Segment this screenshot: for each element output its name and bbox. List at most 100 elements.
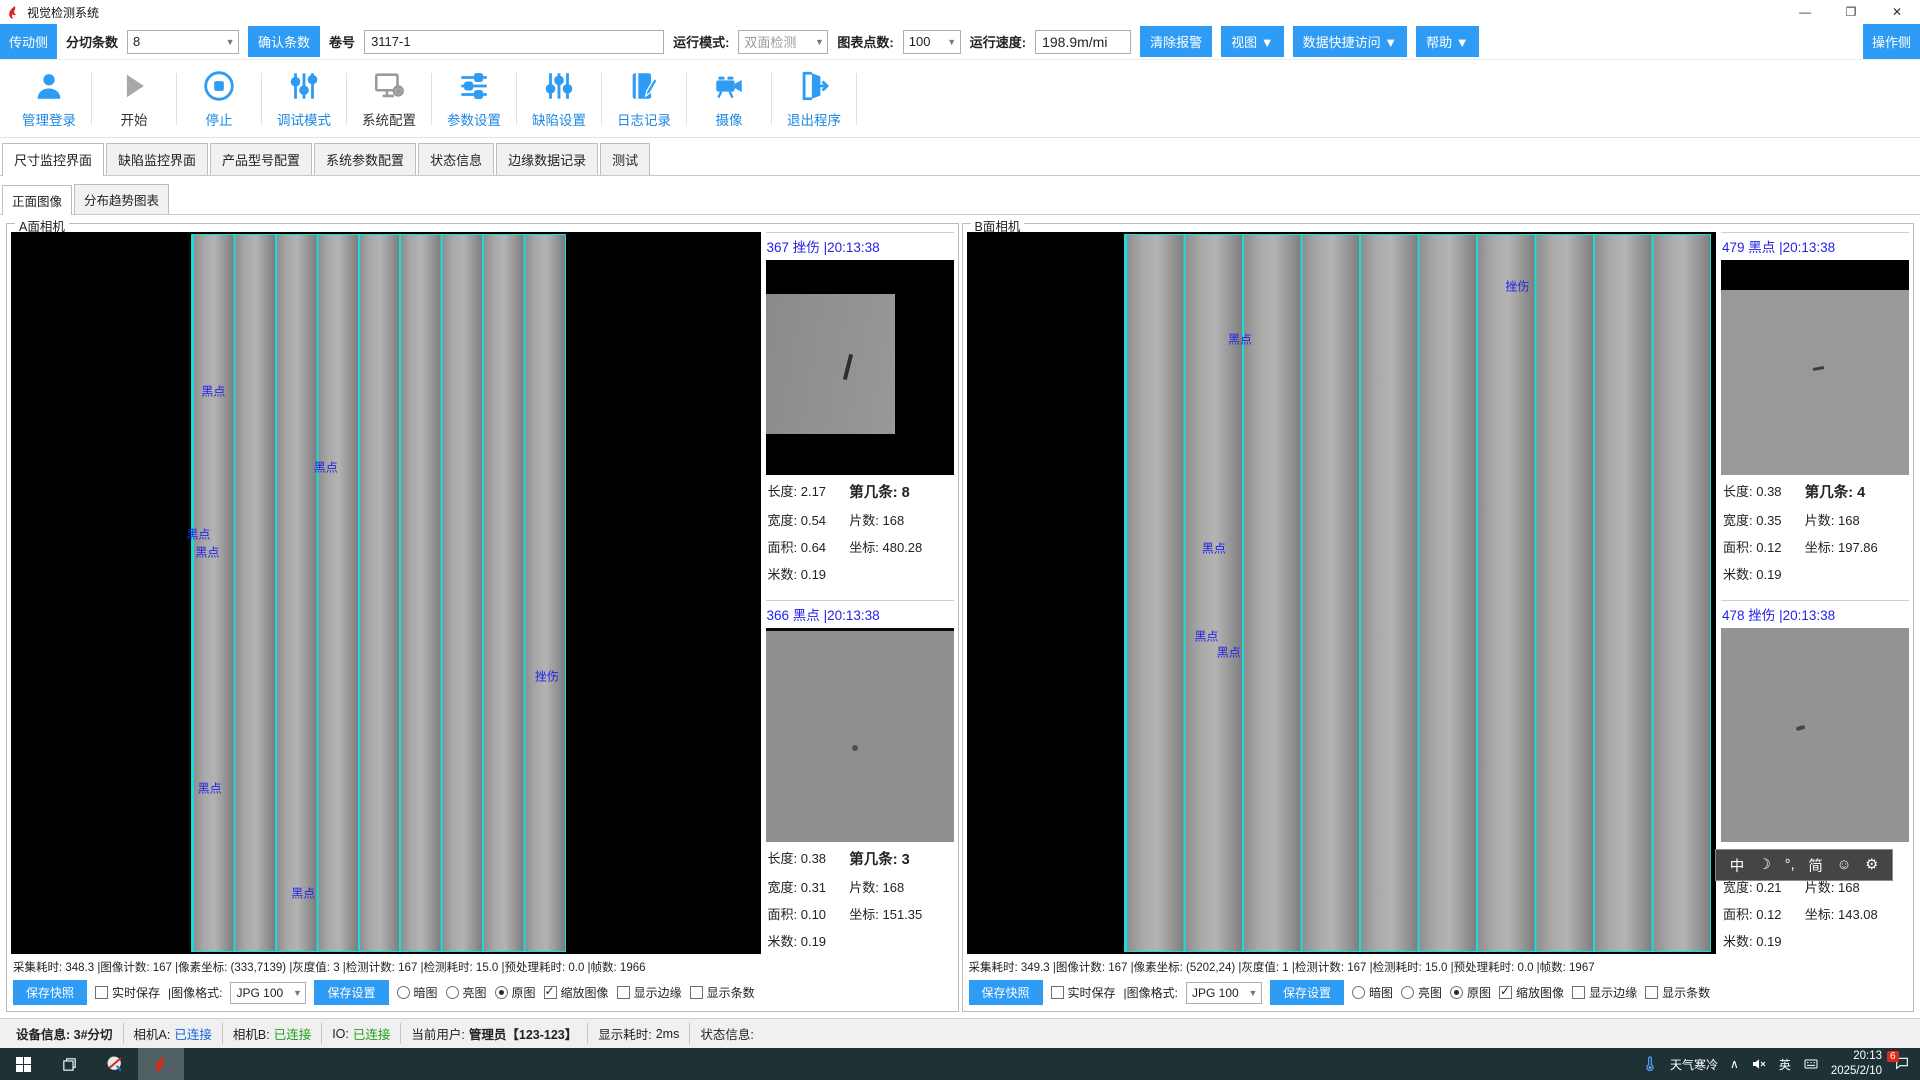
realtime-save-checkbox[interactable]: 实时保存: [1051, 984, 1116, 1001]
data-quick-access-button[interactable]: 数据快捷访问 ▼: [1293, 26, 1407, 57]
defect-area-field: 面积: 0.64: [768, 537, 850, 556]
clock[interactable]: 20:13 2025/2/10: [1831, 1049, 1882, 1079]
toolbar-log-button[interactable]: 日志记录: [605, 69, 683, 129]
ime-lang-icon[interactable]: 中: [1730, 855, 1745, 876]
ime-emoji-icon[interactable]: ☺: [1837, 857, 1852, 873]
show-strips-checkbox[interactable]: 显示条数: [1645, 984, 1710, 1001]
input-language-indicator[interactable]: 英: [1779, 1056, 1791, 1073]
divider: [686, 73, 687, 125]
ime-punctuation-icon[interactable]: °,: [1785, 857, 1795, 873]
ime-settings-icon[interactable]: ⚙: [1865, 857, 1878, 873]
clear-alarm-button[interactable]: 清除报警: [1140, 26, 1212, 57]
defect-pieces-field: 片数: 168: [849, 510, 951, 529]
defect-type: 挫伤: [793, 240, 820, 255]
slit-count-select[interactable]: 8 ▼: [127, 30, 239, 54]
notification-center-button[interactable]: 6: [1894, 1055, 1910, 1074]
tab-3[interactable]: 系统参数配置: [314, 143, 416, 175]
tab-5[interactable]: 边缘数据记录: [496, 143, 598, 175]
maximize-button[interactable]: ❐: [1828, 0, 1874, 24]
bright-image-radio[interactable]: 亮图: [446, 984, 487, 1001]
defect-info: 长度: 0.38第几条: 4宽度: 0.35片数: 168面积: 0.12坐标:…: [1721, 475, 1909, 587]
defect-annotation: 黑点: [1194, 628, 1218, 645]
touch-keyboard-icon[interactable]: [1803, 1056, 1819, 1072]
run-speed-input[interactable]: 198.9m/mi: [1035, 30, 1131, 54]
show-edge-checkbox[interactable]: 显示边缘: [617, 984, 682, 1001]
defect-type: 黑点: [1748, 240, 1775, 255]
speaker-muted-icon[interactable]: [1751, 1056, 1767, 1072]
run-mode-select[interactable]: 双面检测 ▼: [738, 30, 828, 54]
chart-points-select[interactable]: 100 ▼: [903, 30, 961, 54]
dark-image-radio[interactable]: 暗图: [397, 984, 438, 1001]
defect-thumbnail: [766, 260, 954, 475]
tab-0[interactable]: 尺寸监控界面: [2, 143, 104, 176]
toolbar-button-label: 退出程序: [787, 109, 841, 129]
toolbar-camera-button[interactable]: 摄像: [690, 69, 768, 129]
toolbar-play-button[interactable]: 开始: [95, 69, 173, 129]
defect-thumbnail: [1721, 260, 1909, 475]
tab-4[interactable]: 状态信息: [418, 143, 494, 175]
start-button[interactable]: [0, 1048, 46, 1080]
weather-text[interactable]: 天气寒冷: [1670, 1056, 1718, 1073]
defect-card: 366 黑点 |20:13:38 长度: 0.38第几条: 3宽度: 0.31片…: [766, 600, 954, 955]
tray-expand-caret[interactable]: ∧: [1730, 1057, 1739, 1071]
defect-area-field: 面积: 0.12: [1723, 904, 1805, 923]
task-view-button[interactable]: [46, 1048, 92, 1080]
transmission-side-button[interactable]: 传动侧: [0, 24, 57, 59]
subtab-1[interactable]: 分布趋势图表: [74, 184, 169, 214]
save-settings-button[interactable]: 保存设置: [314, 980, 388, 1005]
original-image-radio[interactable]: 原图: [495, 984, 536, 1001]
ime-simplified-icon[interactable]: 简: [1808, 855, 1823, 876]
defect-thumbnail: [1721, 628, 1909, 843]
bright-image-radio[interactable]: 亮图: [1401, 984, 1442, 1001]
save-settings-button[interactable]: 保存设置: [1270, 980, 1344, 1005]
image-format-select[interactable]: JPG 100▼: [1186, 982, 1262, 1004]
dark-image-radio[interactable]: 暗图: [1352, 984, 1393, 1001]
toolbar-debug-button[interactable]: 调试模式: [265, 69, 343, 129]
camera-a-image: 黑点黑点黑点黑点挫伤黑点黑点: [11, 232, 761, 954]
save-snapshot-button[interactable]: 保存快照: [969, 980, 1043, 1005]
toolbar-user-button[interactable]: 管理登录: [10, 69, 88, 129]
minimize-button[interactable]: —: [1782, 0, 1828, 24]
strip-region: [1124, 234, 1711, 952]
realtime-save-checkbox[interactable]: 实时保存: [95, 984, 160, 1001]
icon-toolbar: 管理登录开始停止调试模式系统配置参数设置缺陷设置日志记录摄像退出程序: [0, 60, 1920, 138]
show-strips-checkbox[interactable]: 显示条数: [690, 984, 755, 1001]
toolbar-exit-button[interactable]: 退出程序: [775, 69, 853, 129]
toolbar-stop-button[interactable]: 停止: [180, 69, 258, 129]
roll-number-input[interactable]: 3117-1: [364, 30, 664, 54]
defect-length-field: 长度: 0.38: [1723, 481, 1805, 502]
toolbar-defectset-button[interactable]: 缺陷设置: [520, 69, 598, 129]
save-snapshot-button[interactable]: 保存快照: [13, 980, 87, 1005]
original-image-radio[interactable]: 原图: [1450, 984, 1491, 1001]
taskbar-app-vision-system[interactable]: [138, 1048, 184, 1080]
confirm-count-button[interactable]: 确认条数: [248, 26, 320, 57]
app-logo-icon: [152, 1055, 171, 1074]
ime-fullwidth-icon[interactable]: ☽: [1758, 857, 1771, 873]
chevron-down-icon: ▼: [944, 37, 960, 47]
toolbar-button-label: 缺陷设置: [532, 109, 586, 129]
taskbar-app-snipping[interactable]: [92, 1048, 138, 1080]
toolbar-sysconfig-button[interactable]: 系统配置: [350, 69, 428, 129]
defect-annotation: 黑点: [201, 382, 225, 399]
zoom-image-checkbox[interactable]: 缩放图像: [1499, 984, 1564, 1001]
defect-meters-field: 米数: 0.19: [768, 931, 850, 950]
tab-2[interactable]: 产品型号配置: [210, 143, 312, 175]
divider: [771, 73, 772, 125]
tab-6[interactable]: 测试: [600, 143, 650, 175]
show-edge-checkbox[interactable]: 显示边缘: [1572, 984, 1637, 1001]
defect-annotation: 挫伤: [1505, 278, 1529, 295]
subtab-0[interactable]: 正面图像: [2, 185, 72, 215]
zoom-image-checkbox[interactable]: 缩放图像: [544, 984, 609, 1001]
tab-1[interactable]: 缺陷监控界面: [106, 143, 208, 175]
defect-annotation: 黑点: [186, 525, 210, 542]
close-button[interactable]: ✕: [1874, 0, 1920, 24]
toolbar-params-button[interactable]: 参数设置: [435, 69, 513, 129]
operation-side-button[interactable]: 操作侧: [1863, 24, 1920, 59]
image-format-select[interactable]: JPG 100▼: [230, 982, 306, 1004]
defect-id: 366: [767, 608, 790, 623]
app-logo-icon: [6, 5, 21, 20]
help-menu-button[interactable]: 帮助 ▼: [1416, 26, 1478, 57]
image-format-label: |图像格式:: [168, 984, 222, 1001]
sub-tabstrip: 正面图像分布趋势图表: [0, 179, 1920, 215]
view-menu-button[interactable]: 视图 ▼: [1221, 26, 1283, 57]
